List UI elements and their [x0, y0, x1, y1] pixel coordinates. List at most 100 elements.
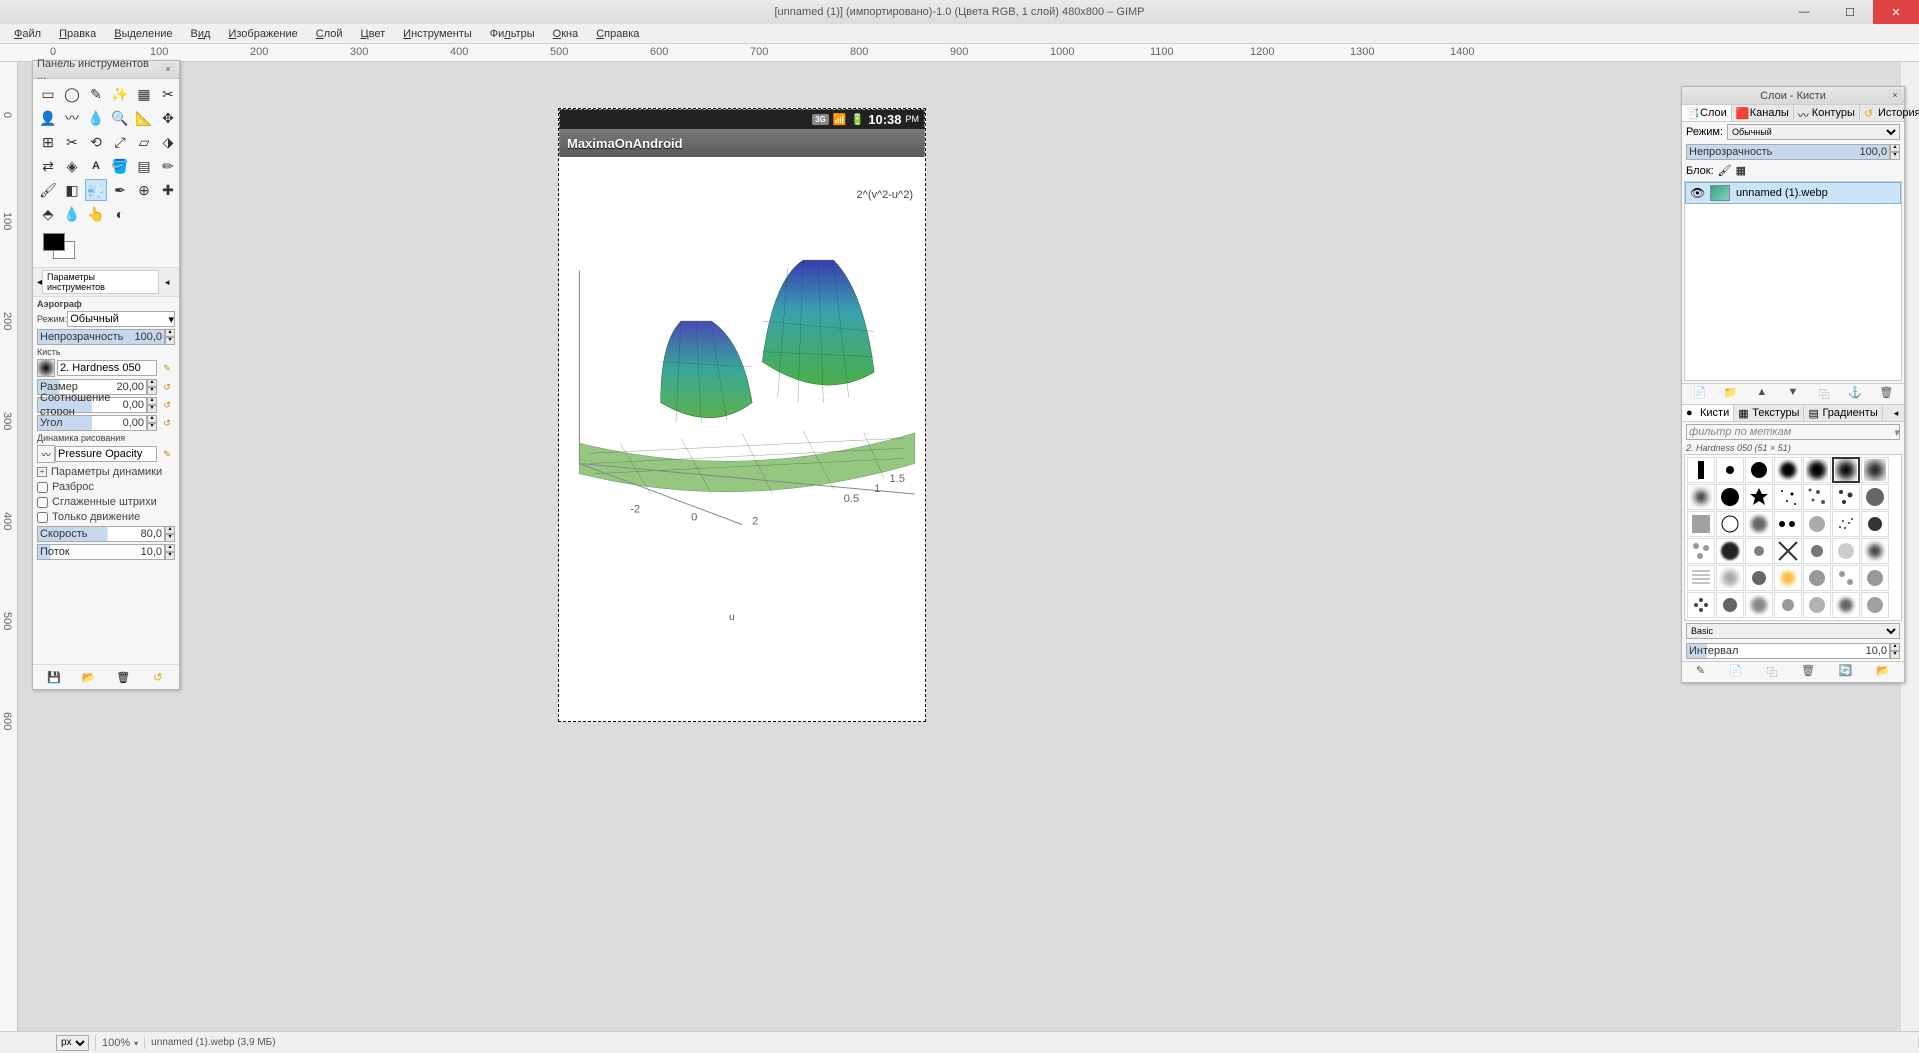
- ink-tool[interactable]: ✒: [109, 179, 131, 201]
- lock-alpha-icon[interactable]: ▦: [1736, 164, 1746, 177]
- menu-help[interactable]: Справка: [588, 26, 647, 42]
- scissors-tool[interactable]: ✂: [157, 83, 179, 105]
- anchor-layer-icon[interactable]: ⚓: [1847, 386, 1863, 402]
- tool-options-tab[interactable]: Параметры инструментов: [42, 270, 159, 294]
- dynamics-select[interactable]: Pressure Opacity: [55, 446, 157, 462]
- new-layer-icon[interactable]: 📄: [1692, 386, 1708, 402]
- smooth-checkbox[interactable]: [37, 497, 48, 508]
- paths-tool[interactable]: 〰: [61, 107, 83, 129]
- motion-only-checkbox[interactable]: [37, 512, 48, 523]
- tab-paths[interactable]: 〰Контуры: [1794, 105, 1860, 121]
- zoom-tool[interactable]: 🔍: [109, 107, 131, 129]
- close-button[interactable]: ✕: [1873, 0, 1919, 24]
- pencil-tool[interactable]: ✏: [157, 155, 179, 177]
- brush-thumb[interactable]: [1687, 511, 1715, 537]
- brush-thumb[interactable]: [1861, 457, 1889, 483]
- blend-tool[interactable]: ▤: [133, 155, 155, 177]
- image-canvas[interactable]: 3G 📶 🔋 10:38 PM MaximaOnAndroid 2^(v^2-u…: [558, 108, 926, 722]
- aspect-slider[interactable]: Соотношение сторон0,00: [37, 397, 147, 413]
- tab-gradients[interactable]: ▤Градиенты: [1804, 405, 1882, 421]
- brush-thumb[interactable]: [1687, 484, 1715, 510]
- angle-reset-icon[interactable]: ↺: [159, 415, 175, 431]
- tab-patterns[interactable]: ▦Текстуры: [1734, 405, 1804, 421]
- brush-thumb[interactable]: [1716, 538, 1744, 564]
- duplicate-layer-icon[interactable]: ⿻: [1816, 386, 1832, 402]
- minimize-button[interactable]: —: [1781, 0, 1827, 24]
- dock-close-icon[interactable]: ×: [1888, 89, 1902, 103]
- perspective-tool[interactable]: ⬗: [157, 131, 179, 153]
- brushes-config-icon[interactable]: ◂: [1888, 405, 1904, 421]
- menu-windows[interactable]: Окна: [545, 26, 587, 42]
- brush-thumb[interactable]: [1774, 538, 1802, 564]
- open-brush-folder-icon[interactable]: 📂: [1876, 664, 1890, 680]
- brush-thumb[interactable]: [1774, 565, 1802, 591]
- brush-grid[interactable]: [1684, 454, 1902, 621]
- aspect-reset-icon[interactable]: ↺: [159, 397, 175, 413]
- brush-thumb[interactable]: [1803, 592, 1831, 618]
- scale-tool[interactable]: ⤢: [109, 131, 131, 153]
- brush-thumb[interactable]: [1803, 538, 1831, 564]
- tab-history[interactable]: ↺История: [1860, 105, 1919, 121]
- brush-thumb[interactable]: [1774, 484, 1802, 510]
- brush-thumb[interactable]: [1861, 511, 1889, 537]
- brush-thumb[interactable]: [1774, 592, 1802, 618]
- bucket-fill-tool[interactable]: 🪣: [109, 155, 131, 177]
- new-group-icon[interactable]: 📁: [1723, 386, 1739, 402]
- blur-tool[interactable]: 💧: [61, 203, 83, 225]
- duplicate-brush-icon[interactable]: ⿻: [1766, 664, 1777, 680]
- delete-layer-icon[interactable]: 🗑: [1878, 386, 1894, 402]
- brush-thumb[interactable]: [1716, 511, 1744, 537]
- brush-edit-icon[interactable]: ✎: [159, 360, 175, 376]
- brush-thumb[interactable]: [1745, 592, 1773, 618]
- free-select-tool[interactable]: ✎: [85, 83, 107, 105]
- move-tool[interactable]: ✥: [157, 107, 179, 129]
- brush-preset-select[interactable]: Basic: [1686, 623, 1900, 639]
- size-reset-icon[interactable]: ↺: [159, 379, 175, 395]
- foreground-color[interactable]: [43, 233, 65, 251]
- angle-spinner[interactable]: ▴▾: [147, 415, 157, 431]
- brush-thumb[interactable]: [1861, 538, 1889, 564]
- aspect-spinner[interactable]: ▴▾: [147, 397, 157, 413]
- menu-select[interactable]: Выделение: [106, 26, 180, 42]
- tab-layers[interactable]: 📑Слои: [1682, 105, 1732, 121]
- layer-opacity-spinner[interactable]: ▴▾: [1890, 144, 1900, 160]
- layer-name[interactable]: unnamed (1).webp: [1736, 187, 1828, 199]
- cage-tool[interactable]: ◈: [61, 155, 83, 177]
- brush-thumb[interactable]: [1774, 511, 1802, 537]
- maximize-button[interactable]: ☐: [1827, 0, 1873, 24]
- toolbox-title[interactable]: Панель инструментов ... ×: [33, 61, 179, 79]
- eraser-tool[interactable]: ◧: [61, 179, 83, 201]
- interval-spinner[interactable]: ▴▾: [1890, 643, 1900, 659]
- interval-slider[interactable]: Интервал10,0: [1686, 643, 1890, 659]
- rect-select-tool[interactable]: ▭: [37, 83, 59, 105]
- fuzzy-select-tool[interactable]: ✨: [109, 83, 131, 105]
- opacity-spinner[interactable]: ▴▾: [165, 329, 175, 345]
- brush-thumb[interactable]: [1861, 484, 1889, 510]
- unit-select[interactable]: px: [56, 1035, 89, 1051]
- brush-thumb[interactable]: [1832, 538, 1860, 564]
- delete-brush-icon[interactable]: 🗑: [1801, 664, 1815, 680]
- dynamics-edit-icon[interactable]: ✎: [159, 446, 175, 462]
- dodge-burn-tool[interactable]: ◐: [109, 203, 131, 225]
- brush-thumb[interactable]: [1861, 592, 1889, 618]
- crop-tool[interactable]: ✂: [61, 131, 83, 153]
- dyn-params-expand[interactable]: +: [37, 467, 47, 477]
- layer-list[interactable]: 👁 unnamed (1).webp: [1684, 181, 1902, 381]
- brush-thumb[interactable]: [1832, 484, 1860, 510]
- tool-options-config[interactable]: ◂: [159, 277, 175, 288]
- brush-thumb[interactable]: [1803, 565, 1831, 591]
- size-spinner[interactable]: ▴▾: [147, 379, 157, 395]
- flip-tool[interactable]: ⇄: [37, 155, 59, 177]
- new-brush-icon[interactable]: 📄: [1729, 664, 1743, 680]
- toolbox-close-icon[interactable]: ×: [161, 63, 175, 77]
- brush-thumb[interactable]: [1687, 565, 1715, 591]
- menu-edit[interactable]: Правка: [51, 26, 104, 42]
- brush-thumb[interactable]: [1832, 565, 1860, 591]
- brush-thumb[interactable]: [1687, 457, 1715, 483]
- dock-title[interactable]: Слои - Кисти ×: [1682, 87, 1904, 105]
- reset-preset-icon[interactable]: ↺: [150, 669, 166, 685]
- canvas-area[interactable]: 3G 📶 🔋 10:38 PM MaximaOnAndroid 2^(v^2-u…: [18, 62, 1901, 1031]
- brush-thumb[interactable]: [1716, 592, 1744, 618]
- color-select-tool[interactable]: ▦: [133, 83, 155, 105]
- dynamics-icon[interactable]: 〰: [37, 445, 55, 463]
